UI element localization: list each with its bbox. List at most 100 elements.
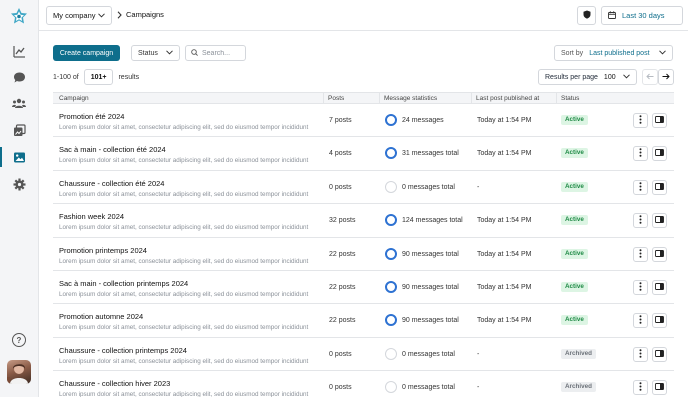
- analytics-icon[interactable]: [12, 44, 26, 58]
- table-row[interactable]: Promotion printemps 2024 Lorem ipsum dolo…: [53, 238, 674, 271]
- campaign-description: Lorem ipsum dolor sit amet, consectetur …: [59, 190, 309, 198]
- campaign-name[interactable]: Sac à main - collection printemps 2024: [59, 279, 188, 288]
- chat-icon[interactable]: [12, 70, 26, 84]
- posts-count: 22 posts: [329, 317, 356, 325]
- campaign-name[interactable]: Chaussure - collection été 2024: [59, 179, 164, 188]
- status-badge: Active: [561, 248, 588, 259]
- column-header-last-post[interactable]: Last post published at: [471, 93, 539, 104]
- status-badge: Archived: [561, 348, 596, 359]
- campaign-name[interactable]: Promotion printemps 2024: [59, 246, 147, 255]
- column-header-message-statistics[interactable]: Message statistics: [379, 93, 437, 104]
- message-stats-ring-icon: [385, 314, 397, 327]
- more-vertical-icon: [639, 181, 642, 193]
- results-per-page-select[interactable]: Results per page 100: [538, 69, 637, 85]
- table-row[interactable]: Sac à main - collection été 2024 Lorem ip…: [53, 137, 674, 171]
- company-selector[interactable]: My company: [46, 6, 112, 25]
- search-icon: [191, 48, 198, 58]
- results-per-page-value: 100: [603, 73, 616, 81]
- settings-icon[interactable]: [12, 177, 26, 191]
- row-menu-button[interactable]: [633, 179, 648, 195]
- row-menu-button[interactable]: [633, 246, 648, 262]
- campaign-name[interactable]: Chaussure - collection hiver 2023: [59, 379, 170, 388]
- table-row[interactable]: Fashion week 2024 Lorem ipsum dolor sit a…: [53, 204, 674, 238]
- date-range-button[interactable]: Last 30 days: [601, 6, 683, 25]
- sort-by-label: Sort by: [561, 49, 584, 57]
- shield-icon: [583, 10, 591, 21]
- open-side-panel-button[interactable]: [652, 380, 667, 396]
- campaign-description: Lorem ipsum dolor sit amet, consectetur …: [59, 357, 309, 365]
- campaign-name[interactable]: Sac à main - collection été 2024: [59, 145, 166, 154]
- row-menu-button[interactable]: [633, 213, 648, 229]
- open-side-panel-button[interactable]: [652, 246, 667, 262]
- campaign-name[interactable]: Chaussure - collection printemps 2024: [59, 346, 187, 355]
- avatar[interactable]: [7, 360, 31, 384]
- message-count: 24 messages: [402, 117, 444, 124]
- open-side-panel-button[interactable]: [652, 279, 667, 295]
- campaign-name[interactable]: Fashion week 2024: [59, 212, 124, 221]
- posts-count: 0 posts: [329, 350, 352, 358]
- open-side-panel-button[interactable]: [652, 179, 667, 195]
- message-stats-ring-icon: [385, 214, 397, 227]
- more-vertical-icon: [639, 248, 642, 260]
- sort-by-select[interactable]: Sort by Last published post: [554, 45, 673, 61]
- last-post-published: -: [477, 350, 480, 358]
- campaigns-icon[interactable]: [0, 147, 26, 167]
- media-library-icon[interactable]: [12, 123, 26, 137]
- table-row[interactable]: Sac à main - collection printemps 2024 Lo…: [53, 271, 674, 305]
- more-vertical-icon: [639, 348, 642, 360]
- message-stats-ring-icon: [385, 247, 397, 260]
- open-side-panel-button[interactable]: [652, 213, 667, 229]
- row-menu-button[interactable]: [633, 346, 648, 362]
- previous-page-button[interactable]: [642, 69, 658, 85]
- open-side-panel-button[interactable]: [652, 346, 667, 362]
- side-panel-icon: [655, 116, 664, 125]
- campaign-name[interactable]: Promotion été 2024: [59, 112, 124, 121]
- table-row[interactable]: Chaussure - collection printemps 2024 Lor…: [53, 338, 674, 372]
- app-logo-icon[interactable]: [10, 7, 28, 25]
- table-row[interactable]: Chaussure - collection hiver 2023 Lorem i…: [53, 371, 674, 397]
- open-side-panel-button[interactable]: [652, 113, 667, 128]
- status-filter[interactable]: Status: [131, 45, 180, 61]
- last-post-published: Today at 1:54 PM: [477, 150, 532, 158]
- message-count: 124 messages total: [402, 217, 463, 225]
- campaign-description: Lorem ipsum dolor sit amet, consectetur …: [59, 157, 309, 165]
- side-panel-icon: [655, 149, 664, 158]
- search-box[interactable]: [185, 45, 246, 61]
- date-range-label: Last 30 days: [622, 11, 665, 20]
- row-menu-button[interactable]: [633, 146, 648, 162]
- open-side-panel-button[interactable]: [652, 313, 667, 329]
- side-panel-icon: [655, 283, 664, 292]
- next-page-button[interactable]: [658, 69, 674, 85]
- security-button[interactable]: [577, 6, 596, 25]
- sort-by-value: Last published post: [589, 49, 650, 57]
- users-icon[interactable]: [12, 96, 26, 110]
- column-header-status[interactable]: Status: [556, 93, 579, 104]
- more-vertical-icon: [639, 382, 642, 393]
- campaign-description: Lorem ipsum dolor sit amet, consectetur …: [59, 257, 309, 265]
- side-panel-icon: [655, 249, 664, 259]
- more-vertical-icon: [639, 282, 642, 293]
- more-vertical-icon: [639, 215, 642, 226]
- column-header-posts[interactable]: Posts: [323, 93, 344, 104]
- chevron-down-icon: [98, 11, 105, 20]
- help-icon[interactable]: ?: [12, 333, 26, 347]
- results-total-select[interactable]: 101+: [83, 69, 114, 85]
- row-menu-button[interactable]: [633, 113, 648, 128]
- status-badge: Active: [561, 148, 588, 159]
- row-menu-button[interactable]: [633, 380, 648, 396]
- row-menu-button[interactable]: [633, 313, 648, 329]
- chevron-down-icon: [623, 73, 630, 81]
- campaign-name[interactable]: Promotion automne 2024: [59, 312, 143, 321]
- row-menu-button[interactable]: [633, 279, 648, 295]
- table-row[interactable]: Promotion été 2024 Lorem ipsum dolor sit …: [53, 104, 674, 138]
- column-header-campaign[interactable]: Campaign: [59, 95, 89, 102]
- search-input[interactable]: [202, 49, 244, 57]
- open-side-panel-button[interactable]: [652, 146, 667, 162]
- posts-count: 7 posts: [329, 117, 352, 124]
- arrow-left-icon: [646, 73, 654, 82]
- table-row[interactable]: Promotion automne 2024 Lorem ipsum dolor …: [53, 304, 674, 338]
- table-row[interactable]: Chaussure - collection été 2024 Lorem ips…: [53, 171, 674, 205]
- create-campaign-button[interactable]: Create campaign: [53, 45, 120, 61]
- posts-count: 0 posts: [329, 183, 352, 191]
- posts-count: 0 posts: [329, 384, 352, 392]
